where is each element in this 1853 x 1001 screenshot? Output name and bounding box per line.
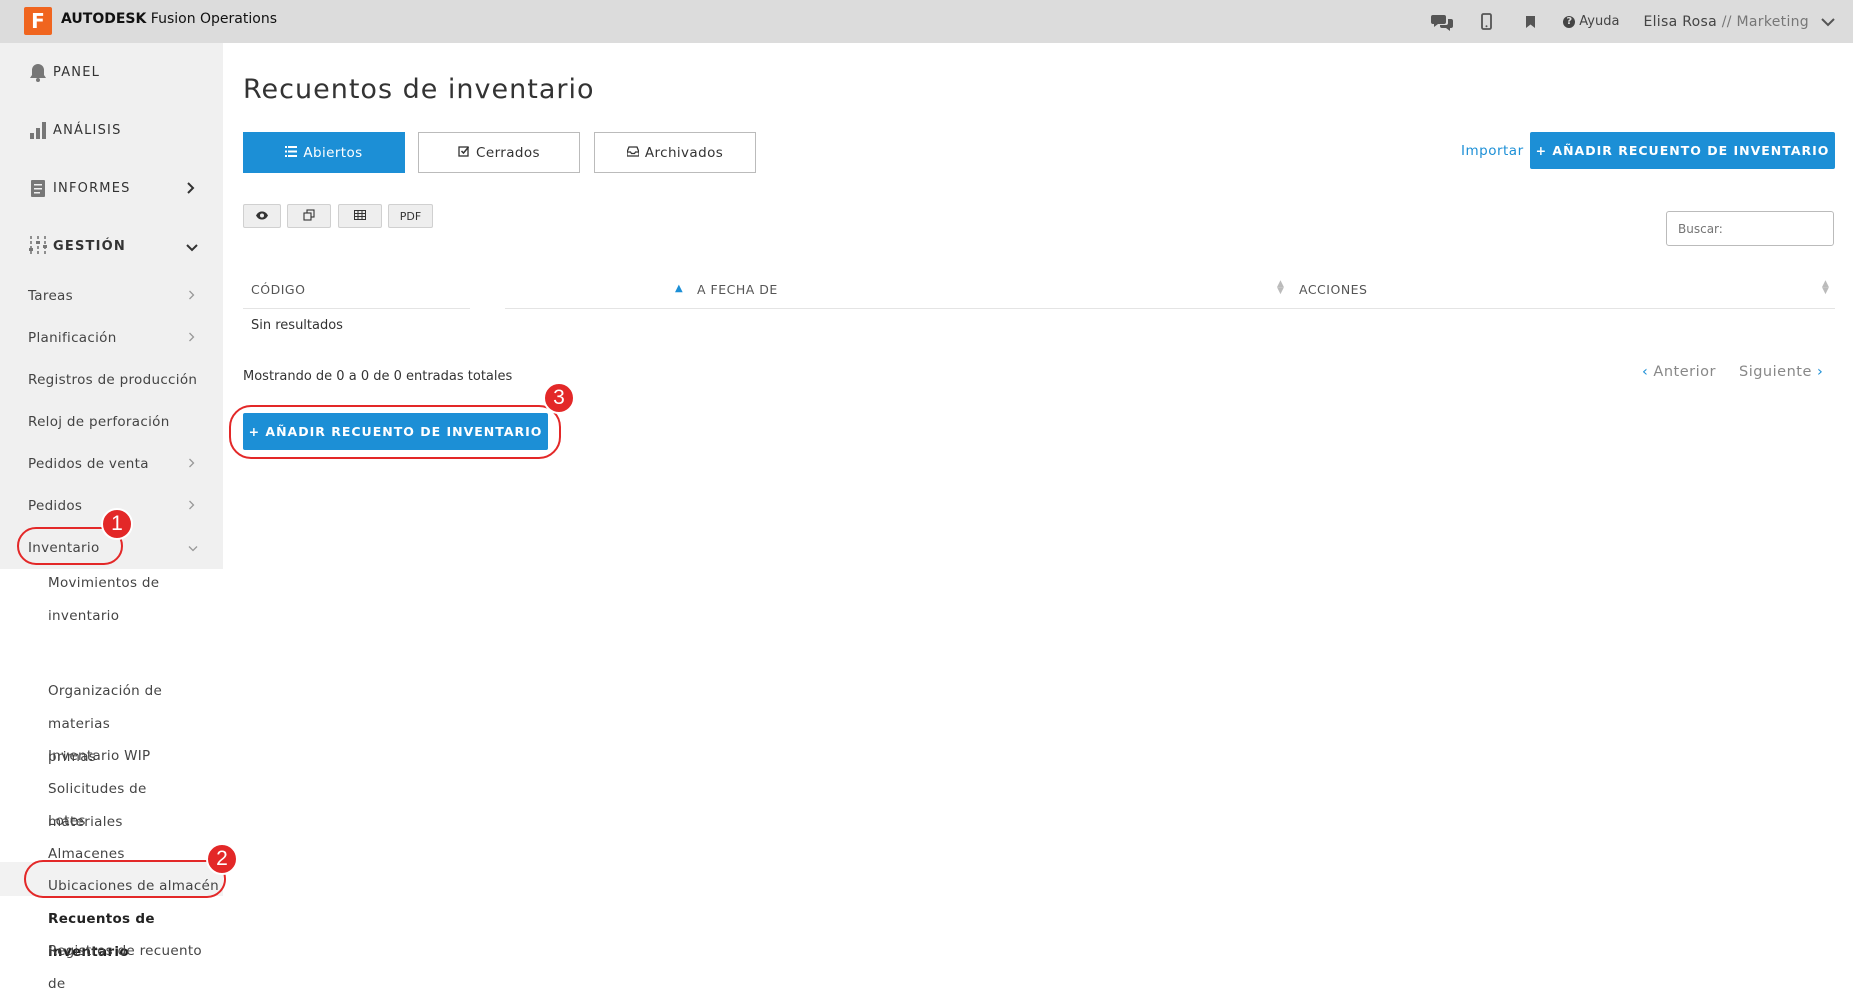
user-menu[interactable]: Elisa Rosa // Marketing: [1643, 14, 1809, 30]
column-header-acciones[interactable]: ACCIONES: [1299, 282, 1368, 297]
pagination-next[interactable]: Siguiente ›: [1739, 364, 1823, 380]
sort-icon[interactable]: ▲ ▼: [1277, 280, 1284, 296]
header-divider: [243, 308, 470, 309]
sort-asc-icon[interactable]: ▲: [675, 283, 683, 294]
sort-icon[interactable]: ▲ ▼: [1822, 280, 1829, 296]
sidebar-item-label: Registros de producción: [28, 372, 198, 388]
pagination-previous[interactable]: ‹ Anterior: [1642, 364, 1716, 380]
chevron-right-icon: [186, 179, 195, 198]
sidebar-item-registros-recuento[interactable]: Registros de recuento de: [48, 935, 223, 1001]
sidebar-item-pedidos-venta[interactable]: Pedidos de venta: [0, 443, 223, 485]
chevron-left-icon: ‹: [1642, 364, 1649, 380]
tab-label: Cerrados: [476, 144, 540, 161]
sidebar-item-label: Pedidos: [28, 498, 83, 514]
sidebar-item-registros-produccion[interactable]: Registros de producción: [0, 359, 223, 401]
bar-chart-icon: [28, 120, 48, 140]
help-link[interactable]: ? Ayuda: [1563, 14, 1619, 29]
annotation-badge: 3: [543, 382, 575, 414]
annotation-ring: [24, 860, 226, 898]
sidebar-item-label: Movimientos de: [48, 575, 160, 591]
top-right-toolbar: ? Ayuda Elisa Rosa // Marketing: [1431, 0, 1853, 43]
user-separator: //: [1716, 13, 1737, 30]
top-bar: F AUTODESK Fusion Operations ? Ayuda Eli…: [0, 0, 1853, 43]
sidebar-item-tareas[interactable]: Tareas: [0, 275, 223, 317]
tab-label: Abiertos: [303, 144, 363, 161]
tab-archivados[interactable]: Archivados: [594, 132, 756, 173]
list-icon: [285, 145, 298, 160]
brand-name: AUTODESK Fusion Operations: [61, 11, 277, 27]
chat-icon[interactable]: [1431, 11, 1454, 33]
empty-table-message: Sin resultados: [251, 318, 343, 333]
user-role: Marketing: [1736, 13, 1809, 30]
pagination-label: Anterior: [1653, 364, 1716, 380]
sidebar-item-label: Pedidos de venta: [28, 456, 149, 472]
view-columns-button[interactable]: [243, 204, 281, 228]
chevron-down-icon: [186, 237, 198, 256]
chevron-right-icon: [188, 498, 195, 514]
search-input[interactable]: [1666, 211, 1834, 246]
tab-abiertos[interactable]: Abiertos: [243, 132, 405, 173]
tab-cerrados[interactable]: Cerrados: [418, 132, 580, 173]
annotation-badge: 1: [101, 508, 133, 540]
pagination-label: Siguiente: [1739, 364, 1812, 380]
chevron-right-icon: [188, 330, 195, 346]
sidebar-item-planificacion[interactable]: Planificación: [0, 317, 223, 359]
sidebar-item-label: Organización de materias: [48, 683, 163, 732]
sidebar-item-label: Reloj de perforación: [28, 414, 170, 430]
chevron-down-icon: [188, 540, 198, 556]
add-inventory-count-button-top[interactable]: + AÑADIR RECUENTO DE INVENTARIO: [1530, 132, 1835, 169]
app-logo[interactable]: F: [24, 7, 52, 35]
sidebar-item-panel[interactable]: PANEL: [0, 43, 223, 101]
sidebar-item-label: Tareas: [28, 288, 73, 304]
sidebar-item-analisis[interactable]: ANÁLISIS: [0, 101, 223, 159]
sidebar-item-gestion[interactable]: GESTIÓN: [0, 217, 223, 275]
table-icon: [354, 209, 366, 223]
sidebar: PANEL ANÁLISIS INFORMES GESTIÓN Tareas P…: [0, 43, 223, 992]
sidebar-item-label: inventario: [48, 608, 120, 624]
sidebar-item-label: Lotes: [48, 813, 86, 829]
bell-icon: [28, 62, 48, 82]
excel-button[interactable]: [338, 204, 382, 228]
chevron-right-icon: ›: [1816, 364, 1824, 380]
bookmark-icon[interactable]: [1519, 11, 1541, 33]
help-icon: ?: [1563, 15, 1576, 28]
page-title: Recuentos de inventario: [243, 74, 595, 105]
pdf-button[interactable]: PDF: [388, 204, 433, 228]
sidebar-item-lotes[interactable]: Lotes: [48, 805, 86, 838]
document-icon: [28, 178, 48, 198]
sidebar-item-label: Inventario WIP: [48, 748, 151, 764]
eye-icon: [255, 210, 269, 223]
sidebar-item-movimientos-inventario[interactable]: Movimientos de inventario: [48, 567, 159, 633]
chevron-down-icon[interactable]: [1821, 12, 1835, 31]
column-header-codigo[interactable]: CÓDIGO: [251, 282, 305, 297]
copy-icon: [303, 208, 315, 224]
sidebar-item-inventario-wip[interactable]: Inventario WIP: [48, 740, 150, 773]
sidebar-item-label: PANEL: [53, 64, 101, 80]
column-header-fecha[interactable]: A FECHA DE: [697, 282, 778, 297]
sliders-icon: [28, 236, 48, 256]
annotation-badge: 2: [206, 843, 238, 875]
copy-button[interactable]: [287, 204, 331, 228]
inbox-icon: [626, 145, 640, 160]
sidebar-item-reloj-perforacion[interactable]: Reloj de perforación: [0, 401, 223, 443]
sidebar-item-label: INFORMES: [53, 180, 131, 196]
sidebar-item-label: Planificación: [28, 330, 117, 346]
sidebar-item-informes[interactable]: INFORMES: [0, 159, 223, 217]
sidebar-item-label: GESTIÓN: [53, 238, 126, 254]
header-divider: [505, 308, 1835, 309]
annotation-ring: [229, 405, 561, 459]
mobile-icon[interactable]: [1475, 11, 1497, 33]
sidebar-item-label: ANÁLISIS: [53, 122, 122, 138]
user-name: Elisa Rosa: [1643, 13, 1717, 30]
check-square-icon: [458, 145, 470, 160]
chevron-right-icon: [188, 456, 195, 472]
chevron-right-icon: [188, 288, 195, 304]
sidebar-item-label: Registros de recuento de: [48, 943, 202, 992]
help-label: Ayuda: [1579, 14, 1620, 29]
import-link[interactable]: Importar: [1461, 143, 1524, 159]
tab-label: Archivados: [644, 144, 724, 161]
table-info: Mostrando de 0 a 0 de 0 entradas totales: [243, 369, 513, 384]
